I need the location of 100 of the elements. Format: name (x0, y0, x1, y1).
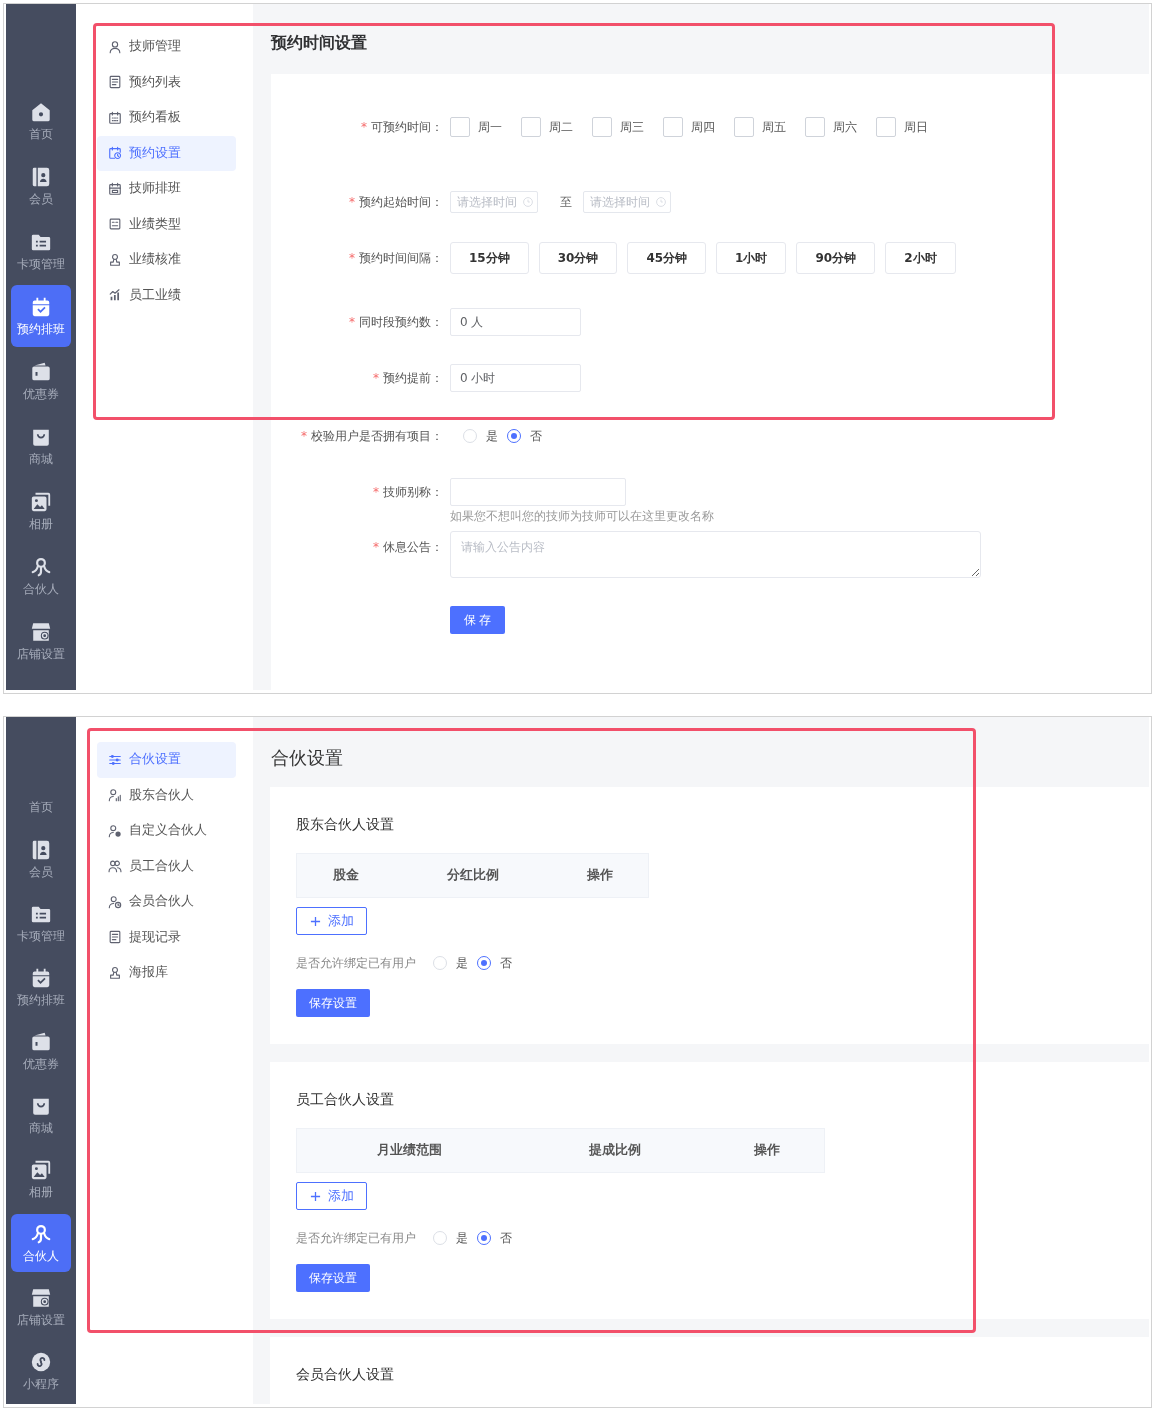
save-settings-button[interactable]: 保存设置 (296, 989, 370, 1017)
checkbox[interactable] (450, 117, 470, 137)
radio-button[interactable] (477, 956, 491, 970)
checkbox[interactable] (805, 117, 825, 137)
calendar-icon (108, 181, 122, 196)
interval-option[interactable]: 2小时 (885, 242, 956, 274)
calendar-check-icon (30, 295, 52, 318)
checkbox[interactable] (521, 117, 541, 137)
submenu-item[interactable]: 业绩核准 (97, 242, 236, 278)
checkbox-label[interactable]: 周日 (904, 118, 928, 136)
add-button[interactable]: 添加 (296, 907, 367, 935)
clock-icon (656, 197, 666, 207)
checkbox-label[interactable]: 周五 (762, 118, 786, 136)
checkbox-label[interactable]: 周二 (549, 118, 573, 136)
nav-item[interactable]: 优惠券 (11, 1022, 71, 1080)
input-field[interactable] (450, 478, 626, 506)
nav-item[interactable]: 会员 (11, 155, 71, 217)
calendar-check-icon (30, 966, 52, 989)
textarea-field[interactable]: 请输入公告内容 (450, 531, 981, 578)
wallet-icon (30, 360, 52, 383)
submenu-item[interactable]: 技师排班 (97, 171, 236, 207)
document-icon (108, 75, 122, 90)
radio-button[interactable] (507, 429, 521, 443)
field-label: 是否允许绑定已有用户 (296, 1229, 416, 1247)
checkbox-label[interactable]: 周三 (620, 118, 644, 136)
nav-item[interactable]: 预约排班 (11, 285, 71, 347)
link-circle-icon (30, 1350, 52, 1373)
submenu-item[interactable]: 技师管理 (97, 29, 236, 65)
nav-item[interactable]: 优惠券 (11, 350, 71, 412)
nav-item[interactable]: 卡项管理 (11, 894, 71, 952)
field-label: * 技师别称： (373, 484, 443, 501)
radio-label[interactable]: 否 (500, 954, 512, 972)
checkbox[interactable] (663, 117, 683, 137)
nav-item[interactable]: 首页 (11, 789, 71, 824)
input-field[interactable]: 0 小时 (450, 364, 581, 392)
radio-label[interactable]: 是 (456, 1229, 468, 1247)
nav-item[interactable]: 首页 (11, 90, 71, 152)
radio-label[interactable]: 是 (486, 427, 498, 445)
nav-item[interactable]: 小程序 (11, 1342, 71, 1400)
nav-item[interactable]: 商城 (11, 1086, 71, 1144)
submenu-item[interactable]: 提现记录 (97, 919, 236, 955)
stamp-icon (108, 965, 122, 980)
input-field[interactable]: 0 人 (450, 308, 581, 336)
stamp-icon (108, 252, 122, 267)
picture-icon (30, 490, 52, 513)
submenu-item[interactable]: 预约设置 (97, 135, 236, 171)
section-title: 股东合伙人设置 (296, 815, 394, 834)
people-icon (108, 859, 122, 874)
radio-label[interactable]: 否 (530, 427, 542, 445)
nav-item[interactable]: 合伙人 (11, 545, 71, 607)
add-button[interactable]: 添加 (296, 1182, 367, 1210)
field-label: * 可预约时间： (361, 119, 443, 136)
checkbox[interactable] (734, 117, 754, 137)
document-icon (108, 930, 122, 945)
person-icon (108, 39, 122, 54)
submenu-item[interactable]: 业绩类型 (97, 206, 236, 242)
contact-card-icon (30, 165, 52, 188)
submenu-item[interactable]: 预约列表 (97, 64, 236, 100)
checkbox-label[interactable]: 周四 (691, 118, 715, 136)
checkbox-label[interactable]: 周一 (478, 118, 502, 136)
submenu-item[interactable]: 员工合伙人 (97, 848, 236, 884)
nav-item[interactable]: 合伙人 (11, 1214, 71, 1272)
save-button[interactable]: 保 存 (450, 606, 505, 634)
nav-item[interactable]: 相册 (11, 1150, 71, 1208)
page-title: 合伙设置 (271, 747, 343, 769)
submenu-item[interactable]: 自定义合伙人 (97, 813, 236, 849)
nav-item[interactable]: 相册 (11, 480, 71, 542)
submenu-item[interactable]: 员工业绩 (97, 277, 236, 313)
checkbox-label[interactable]: 周六 (833, 118, 857, 136)
field-hint: 如果您不想叫您的技师为技师可以在这里更改名称 (450, 508, 714, 524)
person-clock-icon (108, 894, 122, 909)
range-separator: 至 (560, 193, 572, 211)
nav-item[interactable]: 店铺设置 (11, 610, 71, 672)
nav-item[interactable]: 店铺设置 (11, 1278, 71, 1336)
interval-option[interactable]: 1小时 (716, 242, 787, 274)
submenu-item[interactable]: 海报库 (97, 955, 236, 991)
nav-item[interactable]: 商城 (11, 415, 71, 477)
interval-option[interactable]: 45分钟 (627, 242, 707, 274)
time-picker-field[interactable]: 请选择时间 (583, 191, 671, 213)
radio-button[interactable] (477, 1231, 491, 1245)
time-picker-field[interactable]: 请选择时间 (450, 191, 538, 213)
nav-item[interactable]: 卡项管理 (11, 220, 71, 282)
interval-option[interactable]: 90分钟 (796, 242, 876, 274)
submenu-item[interactable]: 股东合伙人 (97, 777, 236, 813)
nav-item[interactable]: 预约排班 (11, 958, 71, 1016)
nav-item[interactable]: 会员 (11, 830, 71, 888)
field-label: * 同时段预约数： (349, 314, 443, 331)
contact-card-icon (30, 838, 52, 861)
checkbox[interactable] (876, 117, 896, 137)
checkbox[interactable] (592, 117, 612, 137)
radio-label[interactable]: 否 (500, 1229, 512, 1247)
interval-option[interactable]: 15分钟 (450, 242, 529, 274)
save-settings-button[interactable]: 保存设置 (296, 1264, 370, 1292)
sliders-icon (108, 752, 122, 767)
submenu-item[interactable]: 预约看板 (97, 100, 236, 136)
radio-label[interactable]: 是 (456, 954, 468, 972)
plus-icon (310, 915, 321, 927)
interval-option[interactable]: 30分钟 (538, 242, 618, 274)
submenu-item[interactable]: 合伙设置 (97, 742, 236, 778)
submenu-item[interactable]: 会员合伙人 (97, 884, 236, 920)
